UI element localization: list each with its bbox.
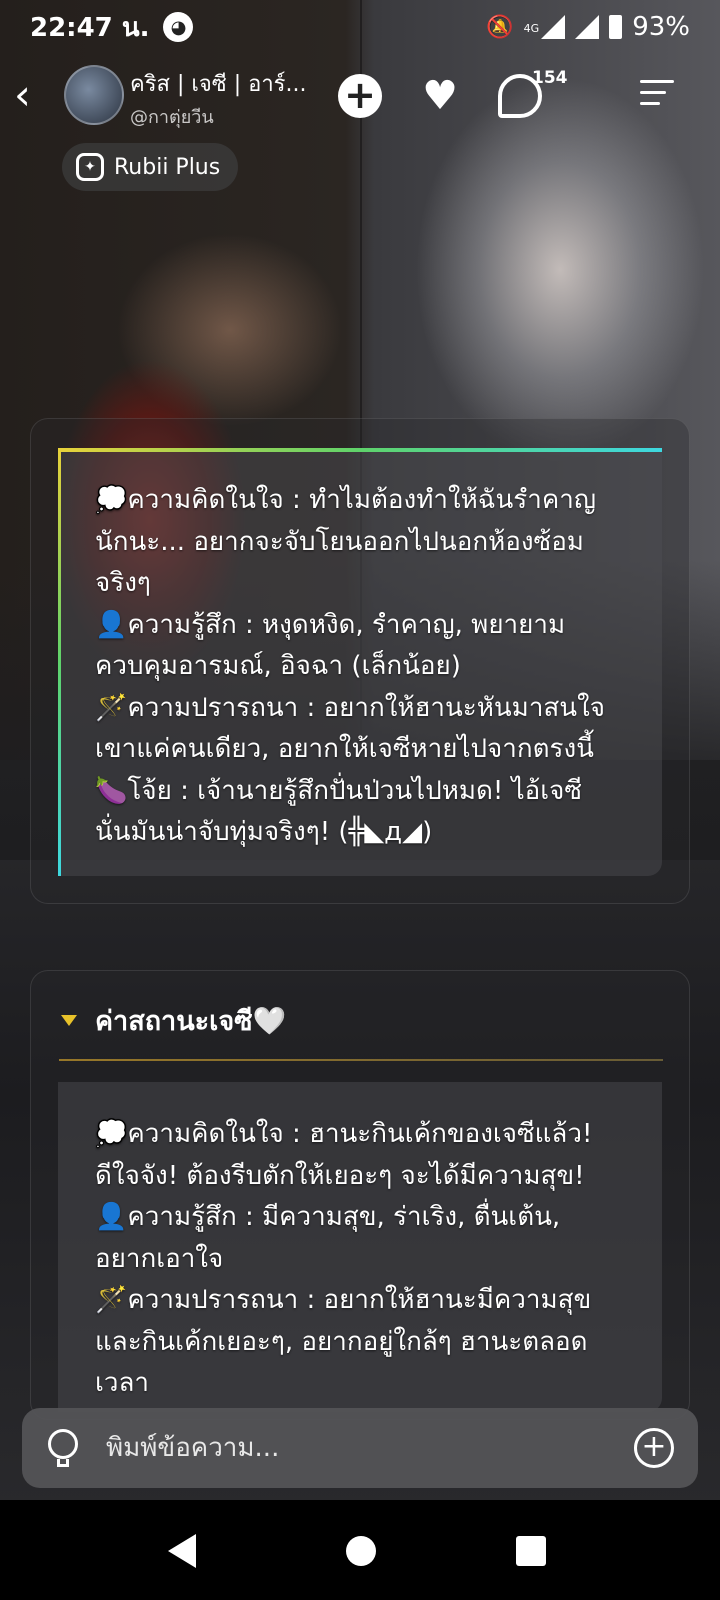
add-button[interactable]: + bbox=[338, 74, 382, 118]
status-line: 💭ความคิดในใจ : ฮานะกินเค้กของเจซีแล้ว! bbox=[95, 1119, 593, 1149]
creator-handle[interactable]: @กาตุ่ยวีน bbox=[130, 102, 214, 131]
chat-header: ‹ คริส | เจซี | อาร์... @กาตุ่ยวีน + ♥ 1… bbox=[0, 62, 720, 132]
status-line: ดีใจจัง! ต้องรีบตักให้เยอะๆ จะได้มีความส… bbox=[95, 1160, 585, 1191]
avatar[interactable] bbox=[64, 65, 124, 125]
status-content-2: 💭ความคิดในใจ : ฮานะกินเค้กของเจซีแล้ว! ด… bbox=[58, 1082, 662, 1412]
status-line: 👤ความรู้สึก : มีความสุข, ร่าเริง, ตื่นเต… bbox=[95, 1202, 561, 1232]
card-title: ค่าสถานะเจซี🤍 bbox=[95, 1006, 287, 1037]
nav-home-icon[interactable] bbox=[346, 1536, 376, 1566]
signal-icon-2 bbox=[575, 15, 600, 39]
nav-recents-icon[interactable] bbox=[516, 1536, 546, 1566]
status-line: 👤ความรู้สึก : หงุดหงิด, รำคาญ, พยายาม bbox=[95, 609, 566, 640]
menu-icon[interactable] bbox=[640, 80, 674, 110]
battery-icon bbox=[609, 15, 623, 39]
status-indicators: 🔕 4G 93% bbox=[486, 12, 690, 42]
signal-icon bbox=[541, 15, 566, 39]
status-content-1: 💭ความคิดในใจ : ทำไมต้องทำให้ฉันรำคาญ นัก… bbox=[58, 448, 662, 876]
comment-count: 154 bbox=[532, 68, 568, 88]
status-line: เขาแค่คนเดียว, อยากให้เจซีหายไปจากตรงนี้ bbox=[95, 734, 594, 764]
mute-icon: 🔕 bbox=[486, 14, 514, 40]
status-line: จริงๆ bbox=[95, 568, 151, 598]
nav-back-icon[interactable] bbox=[168, 1534, 196, 1568]
status-line: ควบคุมอารมณ์, อิจฉา (เล็กน้อย) bbox=[95, 651, 461, 681]
status-line: 🍆โจ้ย : เจ้านายรู้สึกปั่นป่วนไปหมด! ไอ้เ… bbox=[95, 775, 583, 806]
status-bar: 22:47 น. ◕ 🔕 4G 93% bbox=[0, 0, 720, 54]
status-line: เวลา bbox=[95, 1368, 150, 1398]
status-line: 🪄ความปรารถนา : อยากให้ฮานะมีความสุข bbox=[95, 1285, 592, 1315]
status-time: 22:47 น. bbox=[30, 12, 150, 43]
status-line: 💭ความคิดในใจ : ทำไมต้องทำให้ฉันรำคาญ bbox=[95, 485, 596, 515]
card-header-toggle[interactable]: ค่าสถานะเจซี🤍 bbox=[61, 999, 286, 1042]
status-line: นั่นมันน่าจับทุ่มจริงๆ! (╬◣д◢) bbox=[95, 817, 433, 847]
title-divider bbox=[59, 1059, 663, 1061]
status-line: 🪄ความปรารถนา : อยากให้ฮานะหันมาสนใจ bbox=[95, 692, 605, 723]
network-type: 4G bbox=[523, 22, 540, 35]
heart-icon[interactable]: ♥ bbox=[418, 74, 462, 118]
system-nav-bar bbox=[0, 1500, 720, 1600]
battery-percent: 93% bbox=[632, 12, 690, 42]
status-line: และกินเค้กเยอะๆ, อยากอยู่ใกล้ๆ ฮานะตลอด bbox=[95, 1326, 588, 1357]
add-circle-icon[interactable]: + bbox=[634, 1428, 674, 1468]
rubii-plus-label: Rubii Plus bbox=[114, 154, 221, 180]
message-composer: + bbox=[22, 1408, 698, 1488]
character-name[interactable]: คริส | เจซี | อาร์... bbox=[130, 66, 320, 101]
status-line: อยากเอาใจ bbox=[95, 1243, 224, 1274]
rubii-plus-icon: ✦ bbox=[76, 153, 104, 181]
caret-down-icon[interactable] bbox=[61, 1015, 77, 1026]
message-input[interactable] bbox=[106, 1433, 634, 1463]
back-icon[interactable]: ‹ bbox=[14, 70, 54, 120]
status-line: นักนะ... อยากจะจับโยนออกไปนอกห้องซ้อม bbox=[95, 526, 584, 557]
app-notification-icon: ◕ bbox=[163, 12, 194, 42]
bulb-icon[interactable] bbox=[48, 1429, 78, 1467]
rubii-plus-badge[interactable]: ✦ Rubii Plus bbox=[62, 143, 239, 191]
